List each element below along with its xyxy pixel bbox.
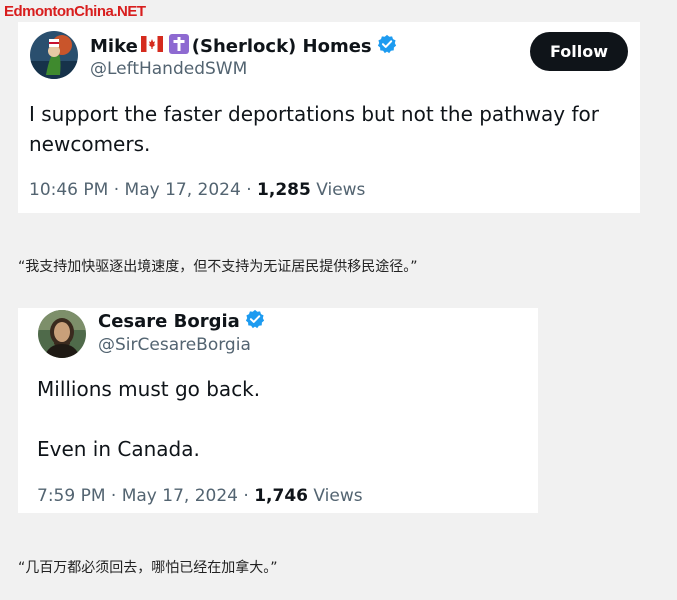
tweet-time[interactable]: 7:59 PM <box>37 486 106 506</box>
views-count: 1,746 <box>254 486 308 506</box>
author-handle[interactable]: @LeftHandedSWM <box>90 59 247 79</box>
avatar[interactable] <box>38 310 86 358</box>
follow-button[interactable]: Follow <box>530 32 628 71</box>
tweet-meta: 7:59 PM · May 17, 2024 · 1,746 Views <box>37 486 363 506</box>
verified-badge-icon <box>377 34 397 58</box>
tweet-card-1: Mike (Sherlock) Homes @LeftHandedSWM Fol… <box>18 22 640 213</box>
author-name[interactable]: Cesare Borgia <box>98 309 265 333</box>
author-name-rest: (Sherlock) Homes <box>191 35 372 57</box>
separator: · <box>105 486 122 506</box>
cross-icon <box>168 34 189 58</box>
site-watermark: EdmontonChina.NET <box>4 3 146 20</box>
tweet-text-line-1: Millions must go back. <box>37 377 261 401</box>
separator: · <box>108 180 125 200</box>
tweet-date[interactable]: May 17, 2024 <box>125 180 241 200</box>
avatar-image <box>38 310 86 358</box>
author-name-first: Mike <box>90 35 138 57</box>
translation-caption-1: “我支持加快驱逐出境速度，但不支持为无证居民提供移民途径。” <box>18 259 418 275</box>
tweet-text: I support the faster deportations but no… <box>29 102 599 156</box>
canada-flag-icon <box>140 36 163 56</box>
views-label: Views <box>313 486 363 506</box>
avatar[interactable] <box>30 31 78 79</box>
tweet-meta: 10:46 PM · May 17, 2024 · 1,285 Views <box>29 180 365 200</box>
translation-caption-2: “几百万都必须回去，哪怕已经在加拿大。” <box>18 560 278 576</box>
tweet-text-line-2: Even in Canada. <box>37 437 200 461</box>
avatar-image <box>30 31 78 79</box>
tweet-time[interactable]: 10:46 PM <box>29 180 108 200</box>
views-label: Views <box>316 180 366 200</box>
separator: · <box>240 180 258 200</box>
author-handle[interactable]: @SirCesareBorgia <box>98 335 251 355</box>
tweet-date[interactable]: May 17, 2024 <box>122 486 238 506</box>
verified-badge-icon <box>245 309 265 333</box>
author-name[interactable]: Mike (Sherlock) Homes <box>90 34 397 58</box>
author-name-text: Cesare Borgia <box>98 310 240 332</box>
tweet-text: Millions must go back. Even in Canada. <box>37 374 517 464</box>
views-count: 1,285 <box>257 180 311 200</box>
tweet-card-2: Cesare Borgia @SirCesareBorgia Millions … <box>18 308 538 513</box>
separator: · <box>237 486 255 506</box>
